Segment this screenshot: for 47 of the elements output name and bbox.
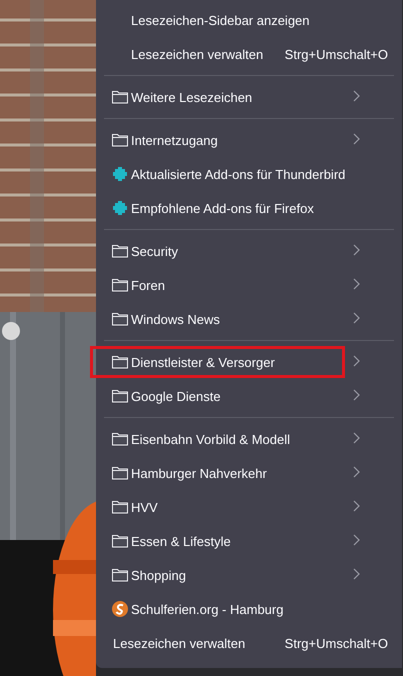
menu-item[interactable]: Lesezeichen verwalten Strg+Umschalt+O — [96, 37, 402, 71]
menu-item[interactable]: Windows News — [96, 302, 402, 336]
chevron-icon — [353, 388, 360, 400]
menu-item[interactable]: Security — [96, 234, 402, 268]
chevron-icon — [353, 244, 360, 256]
puzzle-icon — [112, 200, 128, 216]
chevron-icon — [353, 90, 360, 102]
shortcut-label: Strg+Umschalt+O — [284, 46, 388, 62]
menu-item[interactable]: Dienstleister & Versorger — [96, 345, 402, 379]
folder-icon — [112, 534, 128, 548]
chevron-icon — [353, 312, 360, 324]
chevron-icon — [353, 466, 360, 478]
menu-item[interactable]: Shopping — [96, 558, 402, 592]
folder-icon — [112, 355, 128, 369]
menu-item[interactable]: Essen & Lifestyle — [96, 524, 402, 558]
menu-item[interactable]: Empfohlene Add-ons für Firefox — [96, 191, 402, 225]
menu-item[interactable]: Weitere Lesezeichen — [96, 80, 402, 114]
chevron-icon — [353, 278, 360, 290]
menu-item[interactable]: Lesezeichen-Sidebar anzeigen — [96, 3, 402, 37]
chevron-icon — [353, 534, 360, 546]
menu-item[interactable]: Lesezeichen verwalten Strg+Umschalt+O — [96, 626, 402, 660]
folder-icon — [112, 389, 128, 403]
puzzle-icon — [112, 166, 128, 182]
menu-item[interactable]: Eisenbahn Vorbild & Modell — [96, 422, 402, 456]
chevron-icon — [353, 432, 360, 444]
menu-item[interactable]: HVV — [96, 490, 402, 524]
menu-item[interactable]: Google Dienste — [96, 379, 402, 413]
folder-icon — [112, 278, 128, 292]
folder-icon — [112, 500, 128, 514]
chevron-icon — [353, 568, 360, 580]
menu-item[interactable]: Internetzugang — [96, 123, 402, 157]
menu-item[interactable]: Foren — [96, 268, 402, 302]
chevron-icon — [353, 132, 360, 144]
folder-icon — [112, 568, 128, 582]
menu-item[interactable]: Hamburger Nahverkehr — [96, 456, 402, 490]
chevron-icon — [353, 354, 360, 366]
folder-icon — [112, 133, 128, 147]
folder-icon — [112, 90, 128, 104]
menu-item[interactable]: Schulferien.org - Hamburg — [96, 592, 402, 626]
site-favicon-icon — [112, 601, 128, 617]
chevron-icon — [353, 500, 360, 512]
folder-icon — [112, 312, 128, 326]
folder-icon — [112, 244, 128, 258]
folder-icon — [112, 466, 128, 480]
shortcut-label: Strg+Umschalt+O — [284, 636, 388, 650]
menu-item[interactable]: Aktualisierte Add-ons für Thunderbird — [96, 157, 402, 191]
folder-icon — [112, 432, 128, 446]
